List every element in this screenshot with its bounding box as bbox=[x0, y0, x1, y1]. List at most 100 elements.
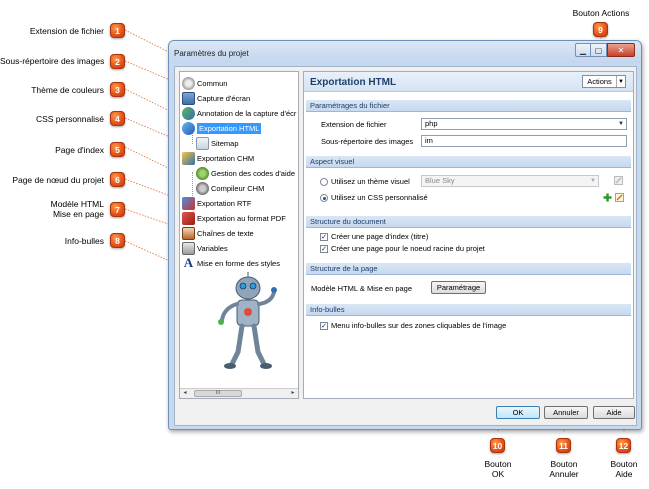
html-export-icon bbox=[182, 121, 195, 135]
section-document-structure: Structure du document bbox=[306, 216, 631, 228]
maximize-icon[interactable]: ▢ bbox=[591, 43, 607, 57]
tooltips-menu-checkbox[interactable]: ✓ bbox=[320, 322, 328, 330]
tree-item-capture[interactable]: Capture d'écran bbox=[182, 91, 250, 105]
index-page-checkbox[interactable]: ✓ bbox=[320, 233, 328, 241]
window-title: Paramètres du projet bbox=[174, 49, 249, 58]
cancel-button[interactable]: Annuler bbox=[544, 406, 588, 419]
edit-theme-icon bbox=[614, 176, 623, 185]
actions-button[interactable]: Actions ▼ bbox=[582, 75, 626, 88]
annotation-badge-9: 9 bbox=[593, 22, 608, 37]
root-node-page-checkbox[interactable]: ✓ bbox=[320, 245, 328, 253]
scroll-thumb[interactable]: III bbox=[194, 390, 242, 397]
annotation-label-6: Page de nœud du projet bbox=[12, 175, 104, 185]
title-bar: Paramètres du projet ▁ ▢ ✕ bbox=[169, 41, 641, 63]
annotation-badge-12: 12 bbox=[616, 438, 631, 453]
tree-item-commun[interactable]: Commun bbox=[182, 76, 227, 90]
tree-item-chm-compiler[interactable]: Compileur CHM bbox=[196, 181, 264, 195]
annotation-badge-5: 5 bbox=[110, 142, 125, 157]
annotation-badge-8: 8 bbox=[110, 233, 125, 248]
settings-tree: Commun Capture d'écran Annotation de la … bbox=[179, 71, 299, 399]
annotation-label-12-line2: Aide bbox=[615, 469, 633, 479]
annotation-label-12-line1: Bouton bbox=[610, 459, 638, 469]
images-subdir-label: Sous-répertoire des images bbox=[321, 137, 414, 146]
annotation-badge-3: 3 bbox=[110, 82, 125, 97]
annotation-label-7-line1: Modèle HTML bbox=[50, 199, 104, 209]
custom-css-radio-label: Utilisez un CSS personnalisé bbox=[331, 193, 428, 202]
annotation-badge-10: 10 bbox=[490, 438, 505, 453]
edit-css-icon[interactable] bbox=[615, 193, 624, 202]
rtf-icon bbox=[182, 196, 195, 210]
annotation-badge-4: 4 bbox=[110, 111, 125, 126]
id-icon bbox=[196, 166, 209, 180]
file-extension-select[interactable]: php ▼ bbox=[421, 118, 627, 130]
annotation-badge-6: 6 bbox=[110, 172, 125, 187]
chm-icon bbox=[182, 151, 195, 165]
tree-item-sitemap[interactable]: Sitemap bbox=[196, 136, 239, 150]
window-controls: ▁ ▢ ✕ bbox=[575, 43, 635, 57]
compiler-icon bbox=[196, 181, 209, 195]
template-settings-button[interactable]: Paramétrage bbox=[431, 281, 486, 294]
chevron-down-icon: ▼ bbox=[590, 178, 596, 184]
annotation-label-11-line1: Bouton bbox=[550, 459, 578, 469]
scroll-left-icon[interactable]: ◂ bbox=[180, 389, 190, 398]
html-template-label: Modèle HTML & Mise en page bbox=[311, 284, 413, 293]
gear-icon bbox=[182, 76, 195, 90]
tree-item-pdf-export[interactable]: Exportation au format PDF bbox=[182, 211, 286, 225]
dialog-client-area: Commun Capture d'écran Annotation de la … bbox=[174, 66, 637, 426]
chevron-down-icon: ▼ bbox=[616, 76, 625, 87]
annotation-label-1: Extension de fichier bbox=[29, 26, 104, 36]
html-export-panel: Exportation HTML Actions ▼ Paramétrages … bbox=[303, 71, 634, 399]
annotation-label-5: Page d'index bbox=[55, 145, 104, 155]
custom-css-radio[interactable] bbox=[320, 194, 328, 202]
annotation-label-4: CSS personnalisé bbox=[35, 114, 104, 124]
index-page-label: Créer une page d'index (titre) bbox=[331, 232, 429, 241]
annotation-label-3: Thème de couleurs bbox=[31, 85, 104, 95]
section-file-settings: Paramétrages du fichier bbox=[306, 100, 631, 112]
scroll-right-icon[interactable]: ▸ bbox=[288, 389, 298, 398]
screenshot-icon bbox=[182, 91, 195, 105]
theme-radio-label: Utilisez un thème visuel bbox=[331, 177, 410, 186]
theme-radio[interactable] bbox=[320, 178, 328, 186]
add-icon[interactable] bbox=[603, 193, 612, 202]
chevron-down-icon: ▼ bbox=[618, 121, 624, 127]
panel-header: Exportation HTML Actions ▼ bbox=[304, 72, 633, 92]
annotation-label-10-line1: Bouton bbox=[484, 459, 512, 469]
theme-select[interactable]: Blue Sky ▼ bbox=[421, 175, 599, 187]
close-icon[interactable]: ✕ bbox=[607, 43, 635, 57]
robot-mascot-image bbox=[218, 272, 277, 369]
tree-item-styles[interactable]: A Mise en forme des styles bbox=[182, 256, 280, 270]
text-strings-icon bbox=[182, 226, 195, 240]
annotation-badge-11: 11 bbox=[556, 438, 571, 453]
help-button[interactable]: Aide bbox=[593, 406, 635, 419]
panel-title: Exportation HTML bbox=[310, 77, 397, 88]
minimize-icon[interactable]: ▁ bbox=[575, 43, 591, 57]
tree-item-html-export[interactable]: Exportation HTML bbox=[182, 121, 262, 135]
ok-button[interactable]: OK bbox=[496, 406, 540, 419]
annotation-icon bbox=[182, 106, 195, 120]
annotation-badge-2: 2 bbox=[110, 54, 125, 69]
annotation-badge-7: 7 bbox=[110, 202, 125, 217]
annotation-label-9: Bouton Actions bbox=[572, 8, 630, 18]
tree-item-text-strings[interactable]: Chaînes de texte bbox=[182, 226, 254, 240]
project-settings-window: Paramètres du projet ▁ ▢ ✕ Commun Captur… bbox=[168, 40, 642, 430]
tree-item-annotation[interactable]: Annotation de la capture d'écr bbox=[182, 106, 296, 120]
pdf-icon bbox=[182, 211, 195, 225]
variables-icon bbox=[182, 241, 195, 255]
annotation-label-8: Info-bulles bbox=[64, 236, 104, 246]
file-extension-label: Extension de fichier bbox=[321, 120, 387, 129]
section-tooltips: Info-bulles bbox=[306, 304, 631, 316]
annotation-label-2: Sous-répertoire des images bbox=[0, 56, 105, 66]
annotation-label-7-line2: Mise en page bbox=[52, 209, 104, 219]
tree-horizontal-scrollbar[interactable]: ◂ III ▸ bbox=[180, 388, 298, 398]
images-subdir-input[interactable]: im bbox=[421, 135, 627, 147]
section-page-structure: Structure de la page bbox=[306, 263, 631, 275]
annotation-badge-1: 1 bbox=[110, 23, 125, 38]
tree-item-variables[interactable]: Variables bbox=[182, 241, 228, 255]
sitemap-icon bbox=[196, 136, 209, 150]
root-node-page-label: Créer une page pour le noeud racine du p… bbox=[331, 244, 485, 253]
tree-item-help-codes[interactable]: Gestion des codes d'aide bbox=[196, 166, 295, 180]
section-visual: Aspect visuel bbox=[306, 156, 631, 168]
tree-item-chm-export[interactable]: Exportation CHM bbox=[182, 151, 254, 165]
tree-item-rtf-export[interactable]: Exportation RTF bbox=[182, 196, 251, 210]
font-style-icon: A bbox=[183, 254, 194, 270]
